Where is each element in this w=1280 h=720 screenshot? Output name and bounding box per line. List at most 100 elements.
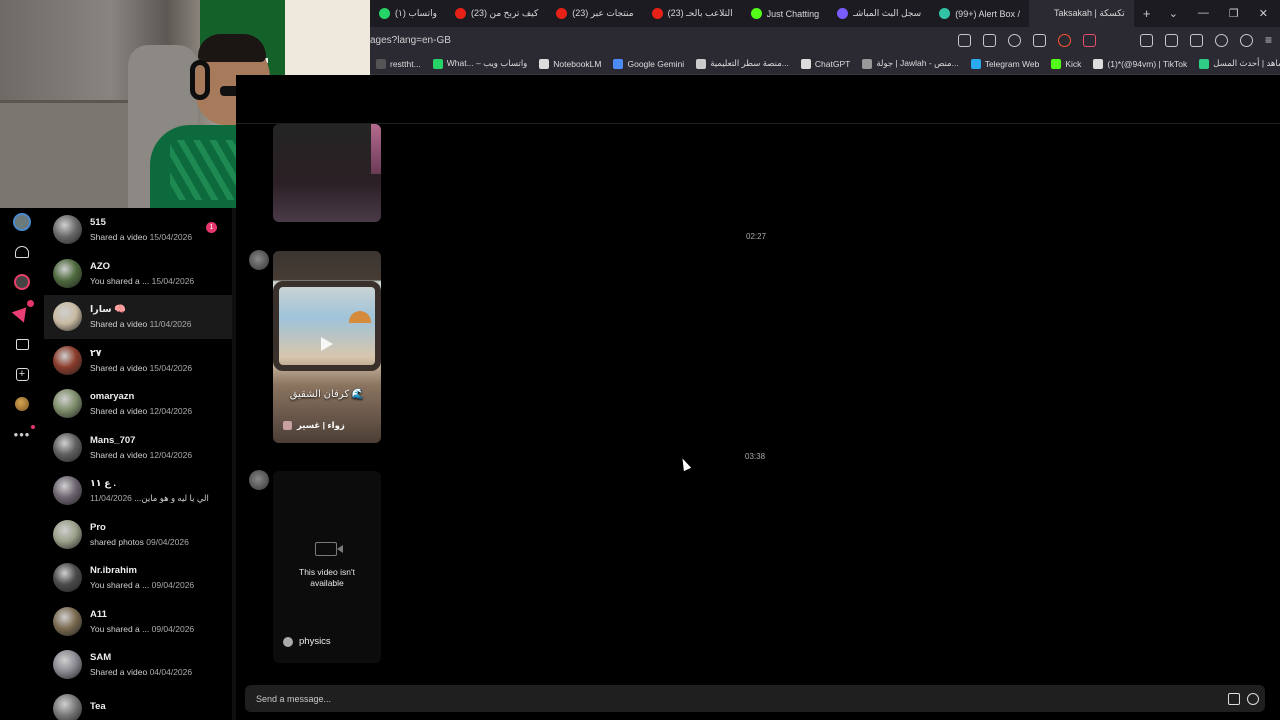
- tab-label: Just Chatting: [766, 8, 820, 19]
- bookmark-item[interactable]: شاهد | أحدث المسل...: [1193, 58, 1280, 69]
- bookmark-item[interactable]: (1)*(@94vm) | TikTok: [1087, 58, 1193, 69]
- new-tab-button[interactable]: +: [1134, 6, 1160, 21]
- notification-dot: [27, 300, 34, 307]
- sender-avatar[interactable]: [249, 470, 269, 490]
- more-button[interactable]: •••: [10, 422, 36, 446]
- conversation-item[interactable]: Tea: [44, 687, 232, 720]
- rewards-icon[interactable]: [1082, 33, 1096, 47]
- conversation-item[interactable]: ٢٧ Shared a video 15/04/2026: [44, 339, 232, 383]
- bookmark-item[interactable]: Kick: [1045, 58, 1087, 69]
- leo-ai-icon[interactable]: [1214, 33, 1228, 47]
- conversation-date: 15/04/2026: [149, 362, 193, 373]
- video-credit-text: زواء | غسير: [297, 420, 345, 430]
- browser-tab[interactable]: سجل البث المباشـ: [828, 0, 930, 27]
- shared-video-card-previous[interactable]: [273, 124, 381, 222]
- bookmark-label: NotebookLM: [553, 58, 602, 69]
- zoom-icon[interactable]: [1007, 33, 1021, 47]
- conversation-item[interactable]: سارا 🧠 Shared a video 11/04/2026: [44, 295, 232, 339]
- tab-label: سجل البث المباشـ: [853, 8, 922, 18]
- bookmark-label: ChatGPT: [814, 58, 851, 69]
- shared-video-card[interactable]: كرفان الشقيق 🌊 زواء | غسير: [273, 251, 381, 443]
- tab-label: (23) منتجات عبر: [572, 8, 634, 18]
- friends-button[interactable]: [10, 240, 34, 264]
- conversation-preview: You shared a ... 15/04/2026: [90, 276, 194, 286]
- bookmark-item[interactable]: What... – واتساب ويب: [427, 58, 534, 69]
- emoji-icon[interactable]: [1247, 692, 1259, 705]
- conversation-item[interactable]: Mans_707 Shared a video 12/04/2026: [44, 426, 232, 470]
- conversation-item[interactable]: Pro shared photos 09/04/2026: [44, 513, 232, 557]
- browser-tab[interactable]: (99+) Alert Box /: [930, 0, 1029, 27]
- conversation-preview: Shared a video 04/04/2026: [90, 667, 192, 677]
- story-avatar-icon: [14, 274, 30, 290]
- coin-icon: [15, 397, 29, 411]
- bookmark-favicon-icon: [970, 58, 981, 69]
- unavailable-video-card[interactable]: This video isn't available physics: [273, 471, 381, 663]
- restore-button[interactable]: ❐: [1229, 7, 1239, 20]
- bookmark-item[interactable]: منصة سطر التعليمية...: [690, 58, 795, 69]
- conversation-preview: shared photos 09/04/2026: [90, 537, 189, 547]
- bookmark-label: (1)*(@94vm) | TikTok: [1107, 58, 1188, 69]
- conversation-item[interactable]: AZO You shared a ... 15/04/2026: [44, 252, 232, 296]
- message-composer: [245, 685, 1265, 712]
- conversation-status: Shared a video: [90, 667, 148, 678]
- profile-avatar[interactable]: [10, 210, 34, 234]
- url-text[interactable]: ages?lang=en-GB: [370, 35, 451, 46]
- browser-tab[interactable]: (١) واتساب: [370, 0, 446, 27]
- conversation-name: AZO: [90, 260, 111, 272]
- play-icon[interactable]: [321, 337, 333, 351]
- spotlight-button[interactable]: [10, 300, 34, 324]
- conversation-name: Nr.ibrahim: [90, 565, 137, 577]
- browser-tab[interactable]: (23) التلاعب بالحـ: [643, 0, 742, 27]
- close-window-button[interactable]: ✕: [1259, 7, 1268, 20]
- new-chat-button[interactable]: +: [10, 362, 34, 386]
- conversation-item[interactable]: A11 You shared a ... 09/04/2026: [44, 600, 232, 644]
- bookmark-label: Google Gemini: [627, 58, 685, 69]
- conversation-name: ع ١١ .: [90, 477, 117, 489]
- conversation-item[interactable]: ع ١١ . الي يا ليه و هو ماين... 11/04/2026: [44, 469, 232, 513]
- conversation-item[interactable]: Nr.ibrahim You shared a ... 09/04/2026: [44, 556, 232, 600]
- chats-button[interactable]: [10, 332, 34, 356]
- conversation-item[interactable]: SAM Shared a video 04/04/2026: [44, 643, 232, 687]
- extension-icon[interactable]: [1139, 33, 1153, 47]
- bookmark-item[interactable]: ChatGPT: [795, 58, 856, 69]
- tab-list-icon[interactable]: ⌄: [1169, 7, 1178, 20]
- tab-favicon-icon: [939, 8, 951, 19]
- bookmark-item[interactable]: NotebookLM: [533, 58, 607, 69]
- stories-button[interactable]: [10, 270, 34, 294]
- conversation-item[interactable]: omaryazn Shared a video 12/04/2026: [44, 382, 232, 426]
- bookmark-item[interactable]: Telegram Web: [965, 58, 1046, 69]
- share-icon[interactable]: [1032, 33, 1046, 47]
- conversation-status: You shared a ...: [90, 580, 150, 591]
- vpn-icon[interactable]: [1239, 33, 1253, 47]
- conversation-status: You shared a ...: [90, 275, 150, 286]
- bookmark-item[interactable]: resttht...: [370, 58, 427, 69]
- tab-favicon-icon: [1037, 8, 1049, 19]
- address-bar[interactable]: ages?lang=en-GB ≡: [370, 27, 1280, 53]
- sender-avatar[interactable]: [249, 250, 269, 270]
- reader-icon[interactable]: [982, 33, 996, 47]
- conversation-name: 515: [90, 217, 106, 229]
- browser-tab[interactable]: (23) كيف تربح من: [446, 0, 547, 27]
- translate-icon[interactable]: [957, 33, 971, 47]
- message-input[interactable]: [256, 693, 1156, 704]
- brave-shield-icon[interactable]: [1057, 33, 1071, 47]
- wallet-icon[interactable]: [1189, 33, 1203, 47]
- coin-button[interactable]: [10, 392, 34, 416]
- bookmark-item[interactable]: Google Gemini: [607, 58, 690, 69]
- browser-tab[interactable]: Taksakah | تكسكة: [1028, 0, 1134, 27]
- attach-image-icon[interactable]: [1228, 692, 1240, 705]
- video-author[interactable]: physics: [283, 636, 331, 647]
- conversation-date: 09/04/2026: [151, 623, 195, 634]
- bookmark-label: منصة سطر التعليمية...: [710, 58, 789, 68]
- bookmark-favicon-icon: [1199, 58, 1210, 69]
- conversation-item[interactable]: 515 Shared a video 15/04/2026 1: [44, 208, 232, 252]
- minimize-button[interactable]: —: [1198, 7, 1209, 20]
- menu-icon[interactable]: ≡: [1265, 33, 1272, 47]
- chat-header: [236, 75, 1280, 124]
- browser-tab[interactable]: (23) منتجات عبر: [547, 0, 642, 27]
- conversation-status: Shared a video: [90, 319, 148, 330]
- conversation-date: 04/04/2026: [149, 667, 193, 678]
- sidebar-icon[interactable]: [1164, 33, 1178, 47]
- bookmark-item[interactable]: جولة | Jawlah - منص...: [856, 58, 964, 69]
- browser-tab[interactable]: Just Chatting: [742, 0, 829, 27]
